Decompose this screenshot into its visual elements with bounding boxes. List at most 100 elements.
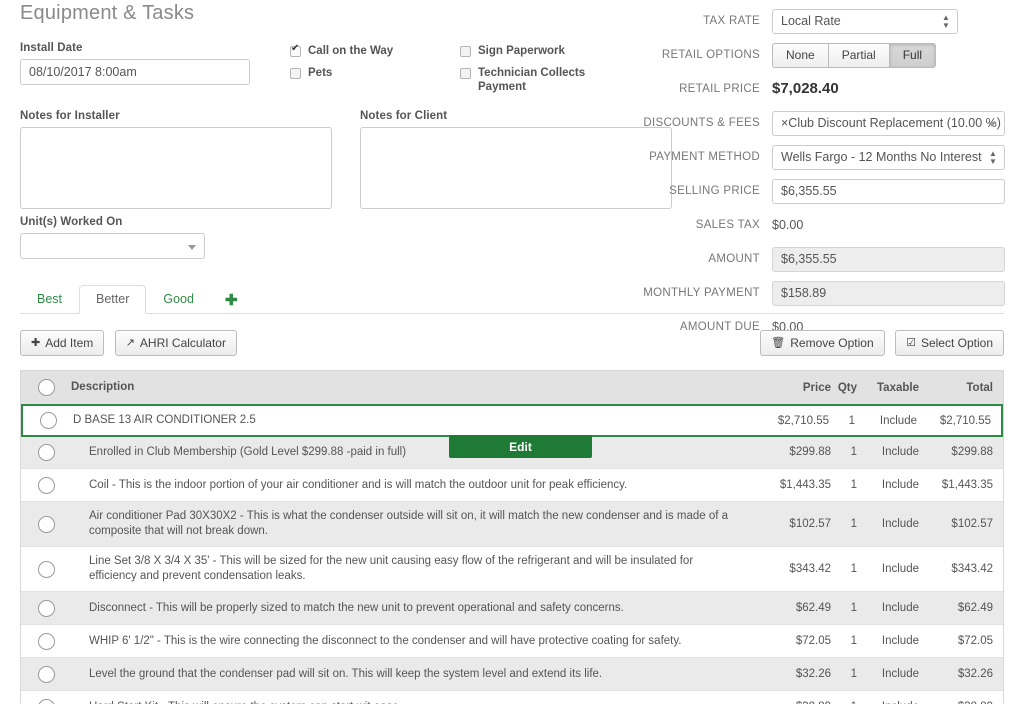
payment-method-select[interactable]: Wells Fargo - 12 Months No Interest ▲▼ [772,145,1005,170]
payment-method-row: PAYMENT METHOD Wells Fargo - 12 Months N… [620,144,1012,170]
install-date-input[interactable]: 08/10/2017 8:00am [20,59,250,85]
table-row[interactable]: Hard Start Kit - This will ensure the sy… [21,691,1003,704]
checkbox-icon[interactable] [290,46,301,57]
tax-rate-label: TAX RATE [620,15,772,27]
row-price: $102.57 [753,518,831,530]
row-radio[interactable] [38,633,55,650]
edit-button-overlay[interactable]: Edit [449,435,592,458]
row-total: $32.26 [919,668,1003,680]
line-items-table: Description Price Qty Taxable Total D BA… [20,370,1004,704]
retail-options-label: RETAIL OPTIONS [620,49,772,61]
row-radio[interactable] [40,412,57,429]
row-total: $343.42 [919,563,1003,575]
units-worked-on-select[interactable] [20,233,205,259]
checkbox-technician-collects-payment[interactable]: Technician Collects Payment [460,66,603,94]
notes-installer-textarea[interactable] [20,127,332,209]
row-select-cell[interactable] [21,444,71,461]
table-row[interactable]: Level the ground that the condenser pad … [21,658,1003,691]
row-select-cell[interactable] [21,561,71,578]
row-qty: 1 [831,518,857,530]
checkbox-row: Call on the Way Sign Paperwork [290,44,620,58]
sales-tax-label: SALES TAX [620,219,772,231]
tax-rate-select[interactable]: Local Rate ▲▼ [772,9,958,34]
retail-option-none[interactable]: None [772,43,828,68]
table-row[interactable]: WHIP 6' 1/2" - This is the wire connecti… [21,625,1003,658]
row-total: $2,710.55 [917,415,1001,427]
retail-option-partial[interactable]: Partial [828,43,889,68]
row-total: $1,443.35 [919,479,1003,491]
row-qty: 1 [831,668,857,680]
row-select-cell[interactable] [21,600,71,617]
tab-good[interactable]: Good [146,285,211,314]
checkbox-label: Technician Collects Payment [478,66,603,94]
tab-best[interactable]: Best [20,285,79,314]
row-price: $72.05 [753,635,831,647]
task-checkbox-group: Call on the Way Sign Paperwork Pets Tech… [290,44,620,102]
table-row[interactable]: Line Set 3/8 X 3/4 X 35' - This will be … [21,547,1003,592]
row-description: Line Set 3/8 X 3/4 X 35' - This will be … [71,547,753,591]
row-select-cell[interactable] [21,633,71,650]
row-price: $32.26 [753,668,831,680]
discounts-fees-label: DISCOUNTS & FEES [620,117,772,129]
row-taxable: Include [857,563,919,575]
select-all-radio[interactable] [38,379,55,396]
checkbox-icon[interactable] [290,68,301,79]
ahri-calculator-button[interactable]: ↗ AHRI Calculator [115,330,237,356]
header-price: Price [753,382,831,394]
row-description: Level the ground that the condenser pad … [71,660,753,689]
row-taxable: Include [857,602,919,614]
row-radio[interactable] [38,699,55,704]
select-option-button[interactable]: ☑ Select Option [895,330,1004,356]
row-select-cell[interactable] [21,516,71,533]
spinner-icon: ▲▼ [942,14,950,30]
header-total: Total [919,382,1003,394]
retail-options-button-group: None Partial Full [772,43,1012,68]
ahri-calculator-label: AHRI Calculator [140,331,226,355]
option-action-buttons: 🗑 Remove Option ☑ Select Option [760,330,1004,356]
notes-installer-group: Notes for Installer [20,110,332,209]
row-radio[interactable] [38,444,55,461]
notes-installer-label: Notes for Installer [20,110,332,122]
row-description: WHIP 6' 1/2" - This is the wire connecti… [71,627,753,656]
retail-price-row: RETAIL PRICE $7,028.40 [620,76,1012,102]
add-item-button[interactable]: ✚ Add Item [20,330,104,356]
checkbox-sign-paperwork[interactable]: Sign Paperwork [460,44,565,58]
checkbox-row: Pets Technician Collects Payment [290,66,620,94]
checkbox-icon[interactable] [460,68,471,79]
sales-tax-row: SALES TAX $0.00 [620,212,1012,238]
payment-method-label: PAYMENT METHOD [620,151,772,163]
table-row[interactable]: Disconnect - This will be properly sized… [21,592,1003,625]
checkbox-icon[interactable] [460,46,471,57]
row-radio[interactable] [38,561,55,578]
selling-price-row: SELLING PRICE $6,355.55 [620,178,1012,204]
checkbox-call-on-the-way[interactable]: Call on the Way [290,44,460,58]
table-row[interactable]: Coil - This is the indoor portion of you… [21,469,1003,502]
row-select-cell[interactable] [21,699,71,704]
header-description: Description [71,373,753,402]
row-select-cell[interactable] [21,666,71,683]
tab-better[interactable]: Better [79,285,146,314]
row-radio[interactable] [38,600,55,617]
page-title: Equipment & Tasks [20,2,194,25]
remove-option-button[interactable]: 🗑 Remove Option [760,330,884,356]
row-price: $343.42 [753,563,831,575]
table-row[interactable]: D BASE 13 AIR CONDITIONER 2.5$2,710.551I… [21,404,1003,437]
row-qty: 1 [829,415,855,427]
discounts-fees-select[interactable]: ×Club Discount Replacement (10.00 %) [772,111,1005,136]
header-taxable: Taxable [857,382,919,394]
tax-rate-value: Local Rate [781,14,841,28]
chevron-down-icon [988,122,996,127]
row-radio[interactable] [38,666,55,683]
row-radio[interactable] [38,477,55,494]
checkbox-pets[interactable]: Pets [290,66,460,94]
row-radio[interactable] [38,516,55,533]
checkbox-label: Call on the Way [308,44,393,58]
row-select-cell[interactable] [21,477,71,494]
remove-option-label: Remove Option [790,331,873,355]
row-select-cell[interactable] [23,412,73,429]
table-row[interactable]: Air conditioner Pad 30X30X2 - This is wh… [21,502,1003,547]
selling-price-input[interactable]: $6,355.55 [772,179,1005,204]
header-qty: Qty [831,382,857,394]
retail-option-full[interactable]: Full [889,43,936,68]
add-tab-button[interactable]: ✚ [211,287,252,313]
